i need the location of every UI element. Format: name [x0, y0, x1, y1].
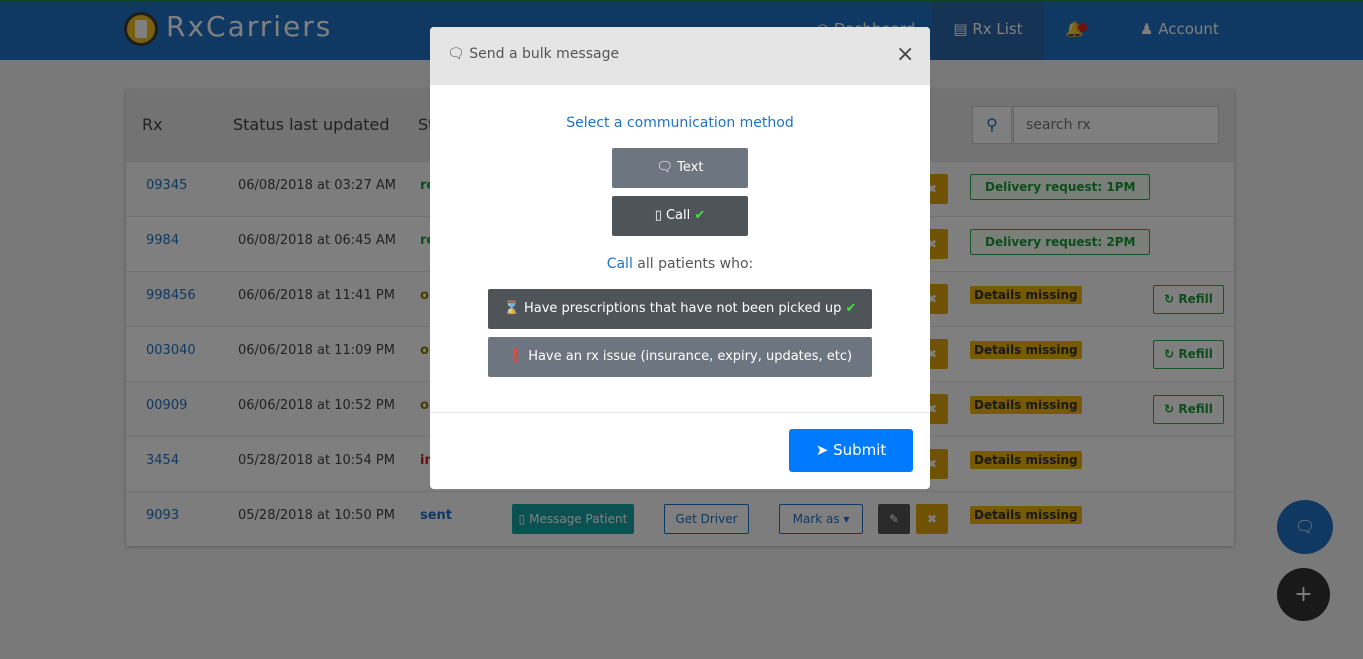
call-method-label: Call: [665, 208, 691, 223]
text-method-button[interactable]: 🗨 Text: [612, 148, 748, 188]
call-method-button[interactable]: ▯ Call ✔: [612, 196, 748, 236]
checkmark-icon: ✔: [845, 301, 857, 316]
bulk-message-modal: 🗨 Send a bulk message × Select a communi…: [430, 27, 930, 489]
who-line: Call all patients who:: [430, 256, 930, 272]
close-icon[interactable]: ×: [896, 42, 914, 67]
who-rest: all patients who:: [637, 256, 754, 272]
modal-divider: [430, 412, 930, 413]
submit-label: Submit: [833, 441, 887, 459]
select-method-heading: Select a communication method: [566, 115, 794, 131]
text-method-label: Text: [677, 160, 704, 175]
hourglass-icon: ⌛: [503, 301, 520, 316]
not-picked-up-button[interactable]: ⌛ Have prescriptions that have not been …: [488, 289, 872, 329]
chat-bubble-icon: 🗨: [447, 46, 465, 62]
paper-plane-icon: ➤: [815, 441, 829, 459]
submit-button[interactable]: ➤ Submit: [789, 429, 913, 472]
modal-title: 🗨 Send a bulk message: [447, 46, 619, 62]
who-method: Call: [606, 256, 633, 272]
exclamation-circle-icon: ❗: [507, 349, 525, 364]
phone-icon: ▯: [654, 208, 662, 223]
modal-header: 🗨 Send a bulk message ×: [430, 27, 930, 85]
modal-title-text: Send a bulk message: [469, 46, 620, 62]
rx-issue-button[interactable]: ❗ Have an rx issue (insurance, expiry, u…: [488, 337, 872, 377]
not-picked-up-label: Have prescriptions that have not been pi…: [523, 301, 842, 316]
checkmark-icon: ✔: [694, 208, 706, 223]
chat-bubble-icon: 🗨: [656, 160, 674, 175]
rx-issue-label: Have an rx issue (insurance, expiry, upd…: [528, 349, 853, 364]
